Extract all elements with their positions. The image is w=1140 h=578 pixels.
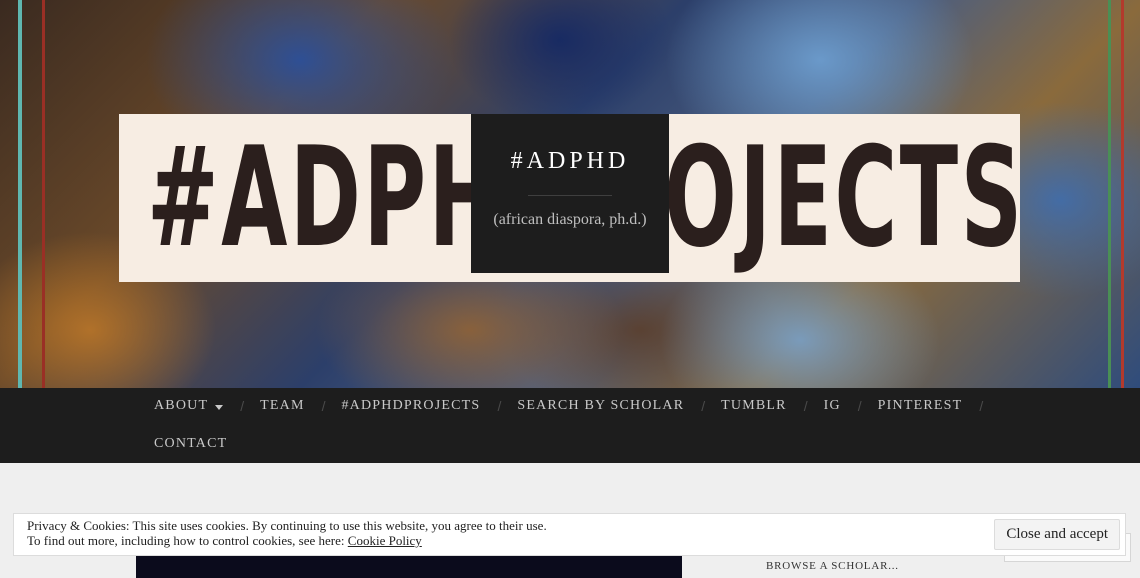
nav-separator: / — [240, 398, 245, 414]
site-tagline: (african diaspora, ph.d.) — [493, 211, 647, 228]
site-title[interactable]: #ADPHD — [471, 148, 669, 175]
nav-item-adphdprojects[interactable]: #ADPHDPROJECTS — [341, 398, 480, 414]
nav-item-contact[interactable]: CONTACT — [154, 436, 227, 452]
main-navigation: ABOUT / TEAM / #ADPHDPROJECTS / SEARCH B… — [0, 388, 1140, 463]
chevron-down-icon — [215, 404, 224, 410]
header-art-stripe — [1121, 0, 1124, 388]
banner-text-right: OJECTS — [664, 117, 1025, 278]
nav-row: CONTACT — [154, 426, 227, 462]
nav-separator: / — [803, 398, 808, 414]
nav-row: ABOUT / TEAM / #ADPHDPROJECTS / SEARCH B… — [154, 388, 999, 424]
nav-separator: / — [857, 398, 862, 414]
header-image: #ADPH OJECTS #ADPHD (african diaspora, p… — [0, 0, 1140, 388]
title-divider — [528, 195, 612, 196]
nav-item-team[interactable]: TEAM — [260, 398, 304, 414]
cookie-message-line: To find out more, including how to contr… — [27, 533, 547, 548]
cookie-message: Privacy & Cookies: This site uses cookie… — [27, 518, 547, 548]
nav-item-ig[interactable]: IG — [824, 398, 841, 414]
cookie-policy-link[interactable]: Cookie Policy — [348, 533, 422, 548]
nav-separator: / — [321, 398, 326, 414]
nav-item-label: ABOUT — [154, 398, 209, 413]
nav-separator: / — [701, 398, 706, 414]
banner-text-left: #ADPH — [147, 117, 503, 278]
cookie-banner: Privacy & Cookies: This site uses cookie… — [13, 513, 1126, 556]
sidebar-browse-heading: BROWSE A SCHOLAR... — [766, 560, 899, 572]
nav-item-pinterest[interactable]: PINTEREST — [878, 398, 963, 414]
header-art-stripe — [42, 0, 45, 388]
site-title-box[interactable]: #ADPHD (african diaspora, ph.d.) — [471, 114, 669, 273]
header-art-stripe — [18, 0, 22, 388]
nav-item-about[interactable]: ABOUT — [154, 398, 224, 414]
cookie-message-prefix: To find out more, including how to contr… — [27, 533, 348, 548]
nav-item-search-by-scholar[interactable]: SEARCH BY SCHOLAR — [517, 398, 684, 414]
cookie-message-line: Privacy & Cookies: This site uses cookie… — [27, 518, 547, 533]
header-art-stripe — [1108, 0, 1111, 388]
nav-separator: / — [979, 398, 984, 414]
nav-separator: / — [497, 398, 502, 414]
nav-item-tumblr[interactable]: TUMBLR — [721, 398, 787, 414]
close-and-accept-button[interactable]: Close and accept — [994, 519, 1120, 550]
